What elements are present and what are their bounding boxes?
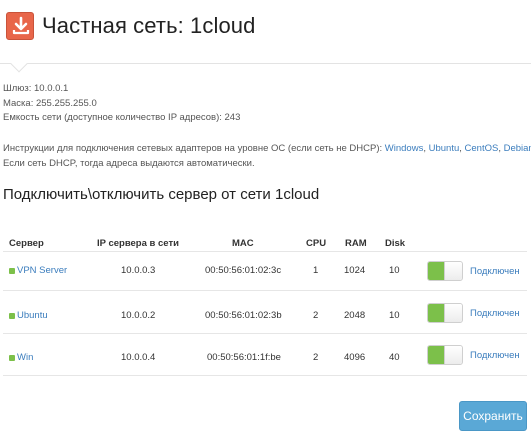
server-mac: 00:50:56:01:02:3c <box>205 265 282 276</box>
server-name-link[interactable]: VPN Server <box>17 265 67 276</box>
column-header-ram: RAM <box>345 238 367 249</box>
status-dot <box>9 313 15 319</box>
network-info: Шлюз: 10.0.0.1 Маска: 255.255.255.0 Емко… <box>3 82 240 126</box>
download-icon <box>6 12 34 40</box>
centos-link[interactable]: CentOS <box>465 143 499 154</box>
section-title: Подключить\отключить сервер от сети 1clo… <box>3 186 320 203</box>
column-header-ip: IP сервера в сети <box>97 238 179 249</box>
server-ip: 10.0.0.2 <box>121 310 156 321</box>
server-mac: 00:50:56:01:02:3b <box>205 310 282 321</box>
connection-status: Подключен <box>470 350 520 361</box>
server-ram: 1024 <box>344 265 366 276</box>
toggle-on-indicator <box>428 346 444 364</box>
connection-toggle[interactable] <box>427 303 463 323</box>
toggle-on-indicator <box>428 262 444 280</box>
ubuntu-link[interactable]: Ubuntu <box>429 143 460 154</box>
debian-link[interactable]: Debian <box>504 143 531 154</box>
server-disk: 10 <box>389 265 400 276</box>
connection-status: Подключен <box>470 308 520 319</box>
windows-link[interactable]: Windows <box>385 143 424 154</box>
toggle-knob <box>444 304 462 322</box>
server-cpu: 2 <box>313 310 319 321</box>
gateway-text: Шлюз: 10.0.0.1 <box>3 83 69 94</box>
server-disk: 10 <box>389 310 400 321</box>
server-disk: 40 <box>389 352 400 363</box>
toggle-on-indicator <box>428 304 444 322</box>
table-divider <box>3 333 527 334</box>
page-title: Частная сеть: 1cloud <box>42 13 256 38</box>
connection-toggle[interactable] <box>427 345 463 365</box>
dhcp-note: Если сеть DHCP, тогда адреса выдаются ав… <box>3 158 255 169</box>
column-header-cpu: CPU <box>306 238 327 249</box>
column-header-server: Сервер <box>9 238 44 249</box>
server-ip: 10.0.0.4 <box>121 352 156 363</box>
server-ip: 10.0.0.3 <box>121 265 156 276</box>
server-mac: 00:50:56:01:1f:be <box>207 352 281 363</box>
adapter-instructions: Инструкции для подключения сетевых адапт… <box>3 141 531 171</box>
column-header-mac: MAC <box>232 238 254 249</box>
table-divider <box>3 375 527 376</box>
server-cpu: 2 <box>313 352 319 363</box>
server-name-link[interactable]: Win <box>17 352 33 363</box>
status-dot <box>9 355 15 361</box>
connection-status: Подключен <box>470 266 520 277</box>
server-ram: 2048 <box>344 310 366 321</box>
toggle-knob <box>444 262 462 280</box>
instructions-prefix: Инструкции для подключения сетевых адапт… <box>3 143 385 154</box>
save-button[interactable]: Сохранить <box>459 401 527 431</box>
column-header-disk: Disk <box>385 238 406 249</box>
table-divider <box>3 251 527 252</box>
page-header: Частная сеть: 1cloud <box>0 0 531 64</box>
server-ram: 4096 <box>344 352 366 363</box>
server-cpu: 1 <box>313 265 319 276</box>
table-divider <box>3 290 527 291</box>
capacity-text: Емкость сети (доступное количество IP ад… <box>3 112 241 124</box>
mask-text: Маска: 255.255.255.0 <box>3 97 97 109</box>
server-name-link[interactable]: Ubuntu <box>17 310 48 321</box>
status-dot <box>9 268 15 274</box>
toggle-knob <box>444 346 462 364</box>
connection-toggle[interactable] <box>427 261 463 281</box>
